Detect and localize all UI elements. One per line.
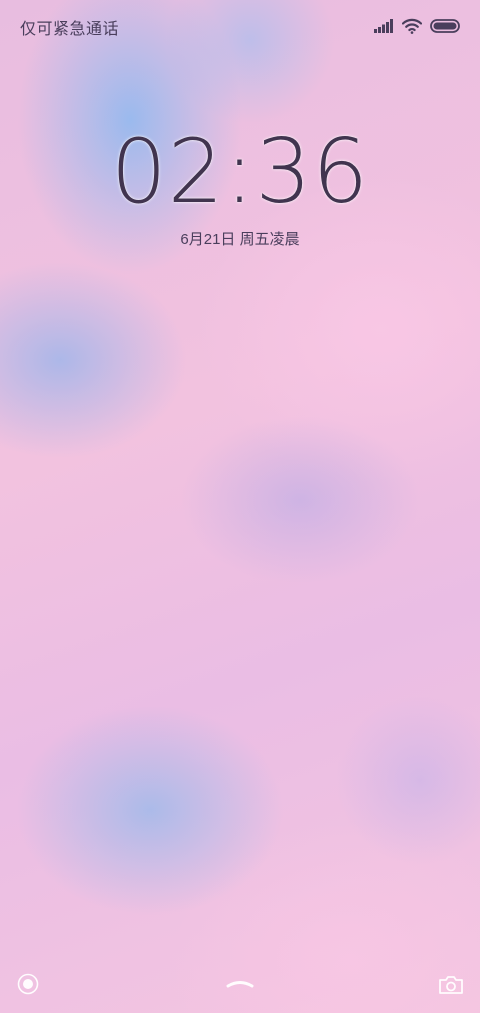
carrier-status-text: 仅可紧急通话 <box>20 21 120 38</box>
battery-icon <box>430 19 460 33</box>
assistant-icon[interactable] <box>17 973 39 995</box>
status-icons <box>374 16 460 36</box>
signal-icon <box>374 19 393 33</box>
wifi-icon <box>402 18 422 34</box>
lock-screen-clock: 02:36 <box>110 120 370 223</box>
camera-icon[interactable] <box>438 974 464 996</box>
unlock-handle-icon[interactable] <box>225 976 255 990</box>
lock-screen-date: 6月21日 周五凌晨 <box>180 231 300 248</box>
status-bar: 仅可紧急通话 <box>0 0 480 52</box>
